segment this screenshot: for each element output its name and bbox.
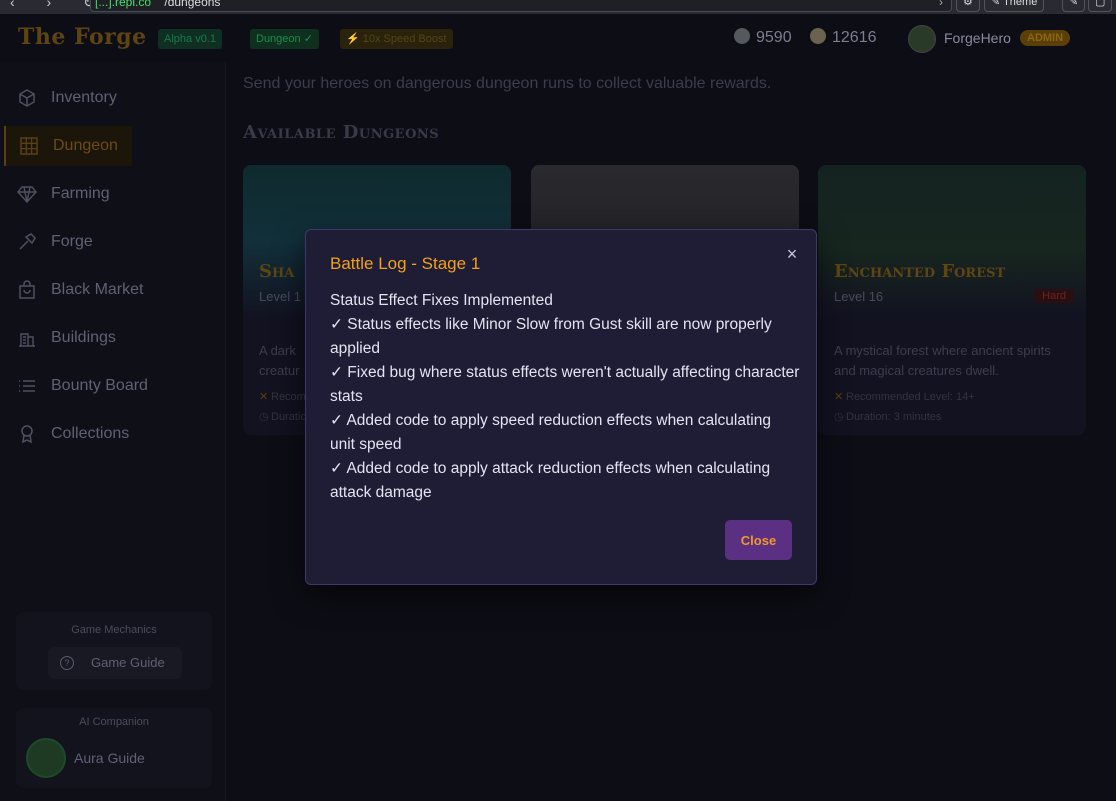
log-line: ✓ Status effects like Minor Slow from Gu…: [330, 316, 772, 357]
close-icon[interactable]: ×: [784, 245, 800, 263]
close-button[interactable]: Close: [725, 520, 792, 560]
dialog-title: Battle Log - Stage 1: [330, 254, 481, 273]
log-line: ✓ Fixed bug where status effects weren't…: [330, 364, 800, 405]
battle-log-dialog: Battle Log - Stage 1 × Status Effect Fix…: [305, 229, 817, 585]
log-line: ✓ Added code to apply speed reduction ef…: [330, 412, 771, 453]
log-line: Status Effect Fixes Implemented: [330, 292, 553, 309]
dialog-body: Status Effect Fixes Implemented ✓ Status…: [330, 289, 800, 505]
log-line: ✓ Added code to apply attack reduction e…: [330, 460, 771, 501]
